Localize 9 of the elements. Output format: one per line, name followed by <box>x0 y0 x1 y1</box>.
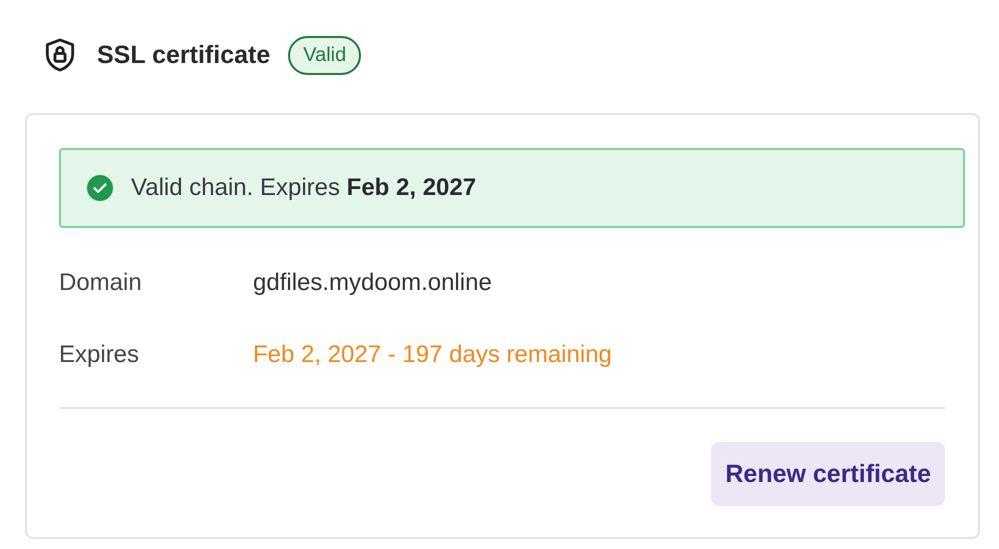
detail-value: gdfiles.mydoom.online <box>253 269 493 297</box>
renew-button[interactable]: Renew certificate <box>711 442 945 506</box>
banner-message: Valid chain. Expires Feb 2, 2027 <box>131 174 476 202</box>
status-badge: Valid <box>288 36 362 74</box>
detail-label: Domain <box>59 269 143 297</box>
detail-value: Feb 2, 2027 - 197 days remaining <box>253 341 613 369</box>
section-title: SSL certificate <box>97 40 270 70</box>
check-circle-icon <box>87 175 113 201</box>
detail-label: Expires <box>59 341 140 369</box>
